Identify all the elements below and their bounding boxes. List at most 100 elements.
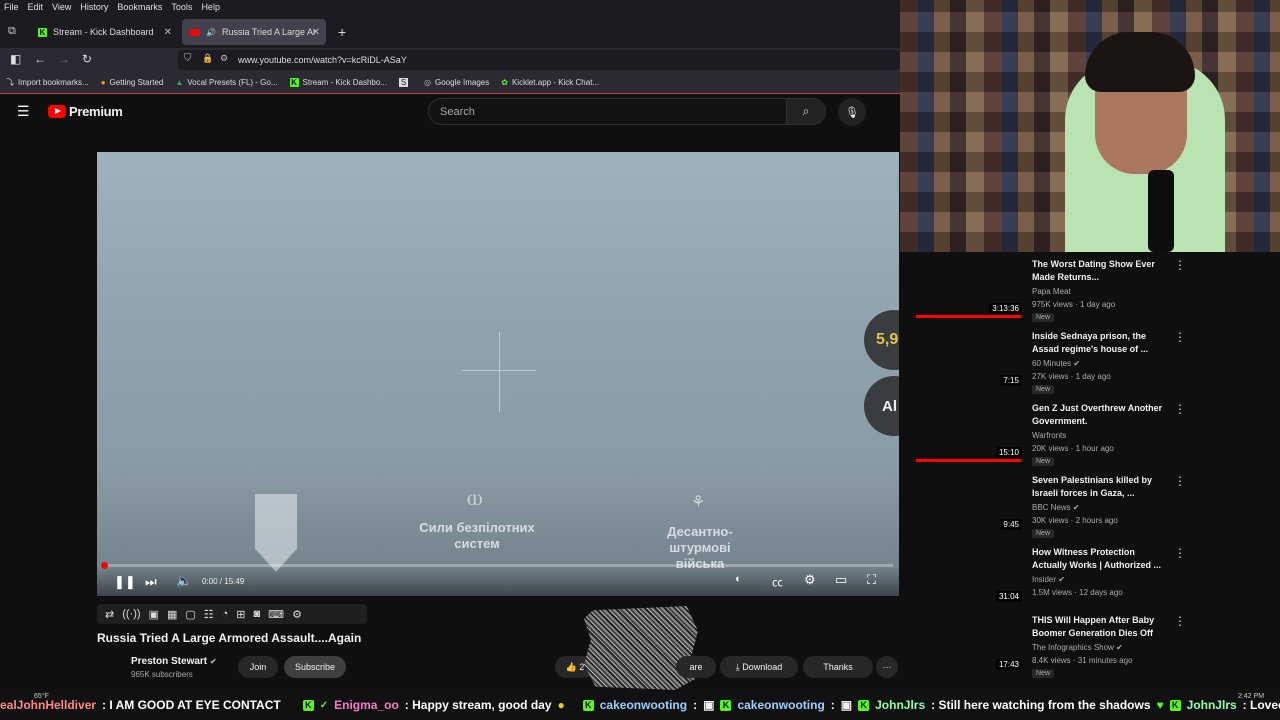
search-button[interactable]: ⌕ <box>786 98 826 125</box>
hamburger-menu-icon[interactable]: ☰ <box>17 103 30 120</box>
tab-youtube-video[interactable]: 🔊 Russia Tried A Large Armor ✕ <box>182 19 326 45</box>
frames-icon[interactable]: ▦ <box>167 608 177 621</box>
list-icon[interactable]: ☷ <box>204 608 214 621</box>
close-icon[interactable]: ✕ <box>164 27 172 38</box>
subscriber-count: 965K subscribers <box>131 670 193 679</box>
recommendation-item[interactable]: 31:04 How Witness Protection Actually Wo… <box>916 546 1196 614</box>
video-thumbnail[interactable]: 31:04 <box>916 546 1026 606</box>
rec-channel[interactable]: 60 Minutes ✔ <box>1032 359 1080 368</box>
rec-title[interactable]: Seven Palestinians killed by Israeli for… <box>1032 474 1172 500</box>
rec-channel[interactable]: Papa Meat <box>1032 287 1071 296</box>
sidebar-toggle-icon[interactable]: ◧ <box>10 52 21 66</box>
menu-edit[interactable]: Edit <box>28 2 44 12</box>
more-options-icon[interactable]: ⋮ <box>1174 546 1186 560</box>
new-tab-button[interactable]: + <box>338 24 346 40</box>
rec-title[interactable]: Gen Z Just Overthrew Another Government. <box>1032 402 1172 428</box>
more-options-icon[interactable]: ⋮ <box>1174 614 1186 628</box>
rec-title[interactable]: The Worst Dating Show Ever Made Returns.… <box>1032 258 1172 284</box>
url-bar[interactable]: ⛉ 🔒 ⚙ www.youtube.com/watch?v=kcRiDL-ASa… <box>178 50 900 70</box>
pip-icon[interactable]: ▢ <box>185 608 195 621</box>
more-options-icon[interactable]: ⋮ <box>1174 474 1186 488</box>
video-thumbnail[interactable]: 17:43 <box>916 614 1026 674</box>
add-icon[interactable]: ⊞ <box>236 608 245 621</box>
menu-history[interactable]: History <box>80 2 108 12</box>
more-options-icon[interactable]: ⋮ <box>1174 402 1186 416</box>
rec-title[interactable]: How Witness Protection Actually Works | … <box>1032 546 1172 572</box>
recommendation-item[interactable]: 7:15 Inside Sednaya prison, the Assad re… <box>916 330 1196 398</box>
chat-username: JohnJlrs <box>875 698 926 712</box>
tab-overview-icon[interactable]: ⧉ <box>8 25 16 38</box>
progress-bar[interactable] <box>103 564 893 567</box>
recommendation-item[interactable]: 9:45 Seven Palestinians killed by Israel… <box>916 474 1196 542</box>
camera-icon[interactable]: ◙ <box>254 608 261 620</box>
gear-icon[interactable]: ⚙ <box>292 608 302 621</box>
more-actions-button[interactable]: ⋯ <box>876 656 898 678</box>
theater-mode-icon[interactable]: ▭ <box>835 572 847 588</box>
close-icon[interactable]: ✕ <box>312 27 320 38</box>
rec-meta: 1.5M views · 12 days ago <box>1032 588 1123 597</box>
video-thumbnail[interactable]: 7:15 <box>916 330 1026 390</box>
speaker-icon[interactable]: 🔊 <box>206 28 216 37</box>
reload-button[interactable]: ↻ <box>82 52 92 66</box>
channel-avatar[interactable] <box>97 655 125 683</box>
more-options-icon[interactable]: ⋮ <box>1174 330 1186 344</box>
fullscreen-icon[interactable]: ⛶ <box>867 572 876 588</box>
recommendation-item[interactable]: 17:43 THIS Will Happen After Baby Boomer… <box>916 614 1196 682</box>
bookmark-vocal-presets[interactable]: ▲ Vocal Presets (FL) - Go... <box>175 78 277 87</box>
forward-button[interactable]: → <box>58 52 70 66</box>
settings-icon[interactable]: ⚙ <box>804 572 816 588</box>
bookmark-s[interactable]: S <box>399 78 412 87</box>
kick-badge-icon: K <box>1169 699 1181 711</box>
rec-channel[interactable]: BBC News ✔ <box>1032 503 1080 512</box>
channel-name[interactable]: Preston Stewart ✔ <box>131 656 217 667</box>
back-button[interactable]: ← <box>34 52 46 66</box>
extension-toolbar: ⇄ ((·)) ▣ ▦ ▢ ☷ ◔ ⊞ ◙ ⌨ ⚙ <box>97 604 367 624</box>
more-options-icon[interactable]: ⋮ <box>1174 258 1186 272</box>
bookmark-kick-dashboard[interactable]: K Stream - Kick Dashbo... <box>289 78 387 87</box>
video-thumbnail[interactable]: 15:10 <box>916 402 1026 462</box>
subtitles-icon[interactable]: ㏄ <box>772 574 783 590</box>
bookmark-getting-started[interactable]: ● Getting Started <box>101 78 164 87</box>
rec-title[interactable]: THIS Will Happen After Baby Boomer Gener… <box>1032 614 1172 640</box>
search-placeholder: Search <box>440 105 475 118</box>
voice-search-button[interactable]: 🎙 <box>838 98 866 126</box>
recommendation-item[interactable]: 3:13:36 The Worst Dating Show Ever Made … <box>916 258 1196 326</box>
bookmark-google-images[interactable]: ◎ Google Images <box>424 78 489 87</box>
pause-icon[interactable]: ❚❚ <box>114 574 136 590</box>
subscribe-button[interactable]: Subscribe <box>284 656 346 678</box>
rec-channel[interactable]: Insider ✔ <box>1032 575 1065 584</box>
rec-channel[interactable]: The Infographics Show ✔ <box>1032 643 1123 652</box>
rec-channel[interactable]: Warfronts <box>1032 431 1066 440</box>
menu-view[interactable]: View <box>52 2 71 12</box>
autoplay-toggle-icon[interactable]: ◐ <box>735 573 742 585</box>
bookmark-kicklet[interactable]: ✿ Kicklet.app - Kick Chat... <box>501 78 599 87</box>
progress-scrubber[interactable] <box>101 562 108 569</box>
volume-icon[interactable]: 🔈 <box>176 573 192 589</box>
rec-title[interactable]: Inside Sednaya prison, the Assad regime'… <box>1032 330 1172 356</box>
keyboard-icon[interactable]: ⌨ <box>268 608 284 621</box>
bookmark-import[interactable]: ⤵ Import bookmarks... <box>6 77 89 88</box>
next-icon[interactable]: ⏭ <box>145 574 157 590</box>
cast-icon[interactable]: ((·)) <box>122 608 140 620</box>
thanks-button[interactable]: Thanks <box>803 656 873 678</box>
share-button[interactable]: are <box>676 656 716 678</box>
join-button[interactable]: Join <box>238 656 278 678</box>
menu-help[interactable]: Help <box>201 2 220 12</box>
video-player[interactable]: Ⲱ Сили безпілотних систем ⚘ Десантно-шту… <box>97 152 899 596</box>
youtube-logo[interactable]: Premium <box>48 104 123 119</box>
video-thumbnail[interactable]: 9:45 <box>916 474 1026 534</box>
screenshot-icon[interactable]: ▣ <box>149 608 159 621</box>
tab-kick-dashboard[interactable]: K Stream - Kick Dashboard ✕ <box>30 19 178 45</box>
recommendation-item[interactable]: 15:10 Gen Z Just Overthrew Another Gover… <box>916 402 1196 470</box>
menu-bookmarks[interactable]: Bookmarks <box>117 2 162 12</box>
speed-icon[interactable]: ◔ <box>222 608 229 620</box>
loop-icon[interactable]: ⇄ <box>105 608 114 621</box>
download-button[interactable]: ⤓ Download <box>720 656 798 678</box>
search-input[interactable]: Search <box>428 98 788 125</box>
video-thumbnail[interactable]: 3:13:36 <box>916 258 1026 318</box>
menu-tools[interactable]: Tools <box>171 2 192 12</box>
menu-file[interactable]: File <box>4 2 19 12</box>
new-badge: New <box>1032 385 1055 394</box>
bookmark-label: Kicklet.app - Kick Chat... <box>511 78 600 87</box>
verified-icon: ✔ <box>1116 643 1123 652</box>
